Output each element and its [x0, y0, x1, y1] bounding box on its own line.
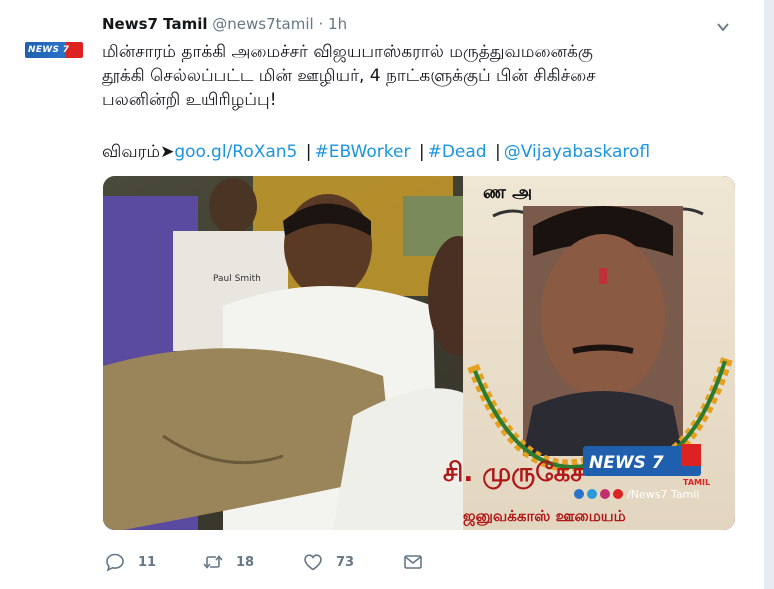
tweet-header: News7 Tamil @news7tamil · 1h — [102, 14, 347, 34]
watermark-handle: /News7 Tamil — [627, 488, 699, 501]
user-handle[interactable]: @news7tamil — [212, 15, 313, 33]
tweet-timestamp[interactable]: 1h — [328, 15, 347, 33]
direct-message-button[interactable] — [402, 551, 424, 573]
svg-text:ண அ: ண அ — [483, 182, 532, 203]
watermark-logo: NEWS 7 — [589, 453, 664, 473]
facebook-icon — [574, 489, 584, 499]
twitter-icon — [587, 489, 597, 499]
reply-icon — [106, 553, 124, 572]
hashtag-ebworker[interactable]: #EBWorker — [315, 142, 411, 162]
link-separator: | — [495, 142, 501, 162]
shirt-text: Paul Smith — [213, 274, 261, 284]
tweet-text-line: மின்சாரம் தாக்கி அமைச்சர் விஜயபாஸ்கரால் … — [102, 42, 593, 62]
like-count: 73 — [336, 554, 355, 570]
news-photo: Paul Smith ண அ சி. முருகேச ஜனுவக்காஸ் ஊம… — [103, 176, 735, 530]
link-separator: | — [418, 142, 425, 162]
tweet-text: மின்சாரம் தாக்கி அமைச்சர் விஜயபாஸ்கரால் … — [102, 40, 742, 112]
details-label: விவரம்➤ — [102, 142, 175, 162]
avatar[interactable]: NEWS 7 — [22, 18, 86, 82]
tweet-actions: 11 18 73 — [104, 550, 424, 574]
news7-logo: NEWS 7 — [25, 42, 83, 58]
retweet-icon — [203, 555, 223, 569]
banner-name-text: சி. முருகேச — [443, 458, 585, 490]
direct-message-icon — [404, 555, 422, 569]
tweet-text-line: தூக்கி செல்லப்பட்ட மின் ஊழியர், 4 நாட்கள… — [102, 66, 596, 86]
tweet-card[interactable]: NEWS 7 News7 Tamil @news7tamil · 1h மின்… — [0, 0, 765, 589]
like-button[interactable]: 73 — [302, 551, 402, 573]
short-link[interactable]: goo.gl/RoXan5 — [174, 142, 297, 162]
tweet-text-line: பலனின்றி உயிரிழப்பு! — [102, 90, 277, 110]
retweet-button[interactable]: 18 — [202, 551, 302, 573]
hashtag-dead[interactable]: #Dead — [428, 142, 487, 162]
reply-count: 11 — [138, 554, 157, 570]
header-separator: · — [318, 15, 324, 33]
link-separator: | — [305, 142, 312, 162]
tweet-links: விவரம்➤goo.gl/RoXan5 | #EBWorker | #Dead |… — [102, 140, 742, 164]
mention-vijayabaskar[interactable]: @Vijayabaskarofl — [504, 142, 650, 162]
chevron-down-icon[interactable] — [716, 20, 730, 34]
instagram-icon — [600, 489, 610, 499]
display-name[interactable]: News7 Tamil — [102, 15, 208, 33]
banner-bottom-text: ஜனுவக்காஸ் ஊமையம் — [463, 507, 626, 526]
watermark-logo-sub: TAMIL — [683, 478, 710, 487]
heart-icon — [304, 554, 322, 571]
youtube-icon — [613, 489, 623, 499]
reply-button[interactable]: 11 — [104, 551, 202, 573]
retweet-count: 18 — [236, 554, 255, 570]
tweet-photo[interactable]: Paul Smith ண அ சி. முருகேச ஜனுவக்காஸ் ஊம… — [103, 176, 735, 530]
